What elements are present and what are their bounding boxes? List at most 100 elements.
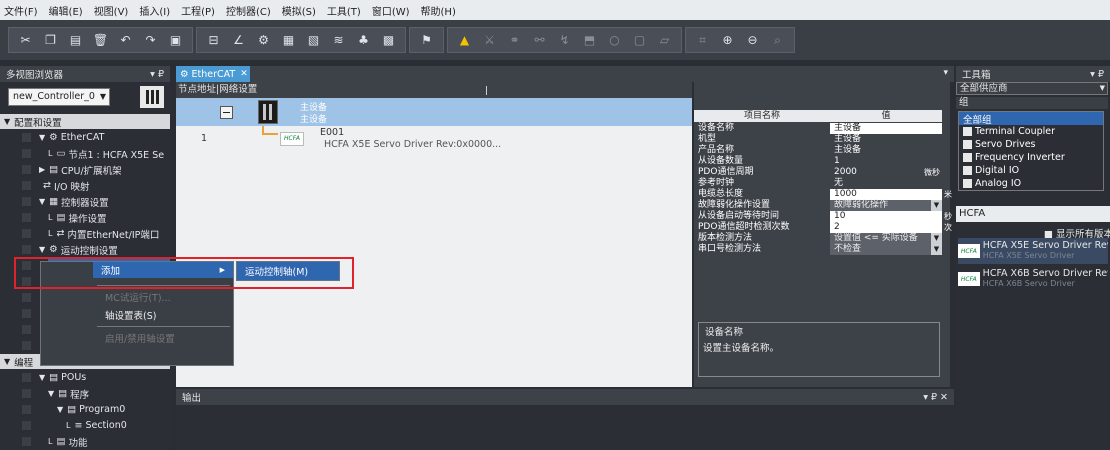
line-icon[interactable]: ∠ [230,32,247,49]
menu-edit[interactable]: 编辑(E) [49,3,83,18]
warning-icon[interactable]: ▲ [456,32,473,49]
tree-item[interactable]: L ▤ 功能 [48,434,170,449]
menu-item-enable-axis[interactable]: 启用/禁用轴设置 [97,330,227,346]
fit-icon[interactable]: ⌗ [694,32,711,49]
menu-simulation[interactable]: 模拟(S) [282,3,316,18]
menu-view[interactable]: 视图(V) [94,3,129,18]
zoom-out-icon[interactable]: ⊖ [744,32,761,49]
expander-icon[interactable]: ▼ [39,197,45,206]
pin-icon[interactable]: ▾ ₽ [1090,69,1104,80]
monitor-icon[interactable]: ▩ [380,32,397,49]
tree-item[interactable]: L ▤ 操作设置 [48,210,170,225]
trace-icon[interactable]: ≋ [330,32,347,49]
tree-item[interactable]: ▶ ▤ CPU/扩展机架 [39,162,170,177]
group-item[interactable]: Digital IO [959,164,1103,177]
menu-project[interactable]: 工程(P) [181,3,215,18]
run-icon[interactable]: ↯ [556,32,573,49]
expander-icon[interactable]: L [48,229,52,238]
expander-icon[interactable]: L [48,149,52,158]
expander-icon[interactable]: L [48,213,52,222]
paste-icon[interactable]: ▤ [67,32,84,49]
group-item[interactable]: Frequency Inverter [959,151,1103,164]
expander-icon[interactable]: ▶ [39,165,45,174]
device-item[interactable]: HCFA HCFA X6B Servo Driver Rev:0 HCFA X6B … [958,266,1108,292]
tree-item[interactable]: ▼ ▤ POUs [39,370,170,385]
tree-item[interactable]: ▼ ▤ Program0 [57,402,170,417]
expander-icon[interactable]: L [48,437,52,446]
network-icon[interactable]: ⚙ [255,32,272,49]
stop-icon[interactable]: ○ [606,32,623,49]
expander-icon[interactable]: ▼ [39,373,45,382]
controller-dropdown[interactable]: new_Controller_0 ▼ [8,88,110,106]
tree-item[interactable]: L ▭ 节点1 : HCFA X5E Se [48,146,170,161]
close-icon[interactable]: ✕ [240,69,248,79]
tree-item[interactable]: ▼ ⚙ 运动控制设置 [39,242,170,257]
chevron-down-icon[interactable]: ▼ [931,233,942,244]
output-controls[interactable]: ▾ ₽ ✕ [923,392,948,403]
tree-section[interactable]: ▼ 配置和设置 [0,114,170,129]
transfer-icon[interactable]: ⚯ [531,32,548,49]
chevron-down-icon[interactable]: ▼ [931,200,942,211]
expander-icon[interactable]: ▼ [57,405,63,414]
menu-item-axis-table[interactable]: 轴设置表(S) [97,307,227,323]
property-value-input[interactable]: 2次 [830,222,952,233]
tree-item[interactable]: L ⇄ 内置EtherNet/IP端口 [48,226,170,241]
menu-help[interactable]: 帮助(H) [421,3,456,18]
expander-icon[interactable]: L [66,421,70,430]
property-value-input[interactable]: 1000 米 [830,189,952,200]
undo-icon[interactable]: ↶ [117,32,134,49]
cross-ref-icon[interactable]: ▧ [305,32,322,49]
property-value-input[interactable]: 10 秒 [830,211,952,222]
menu-controller[interactable]: 控制器(C) [226,3,271,18]
collapse-icon[interactable] [220,106,233,119]
tree-item[interactable]: ▼ ▦ 控制器设置 [39,194,170,209]
master-node-row[interactable]: 主设备 主设备 [176,98,692,126]
zoom-in-icon[interactable]: ⊕ [719,32,736,49]
tab-ethercat[interactable]: ⚙ EtherCAT ✕ [176,66,250,82]
expander-icon[interactable]: ▼ [39,133,45,142]
tree-item[interactable]: ▼ ▤ 程序 [48,386,170,401]
menu-window[interactable]: 窗口(W) [372,3,410,18]
group-item[interactable]: Analog IO [959,177,1103,190]
property-value-input[interactable]: 主设备 [830,123,942,134]
cut-icon[interactable]: ✂ [17,32,34,49]
vendor-dropdown[interactable]: 全部供应商 ▼ [956,82,1108,95]
find-icon[interactable]: ♣ [355,32,372,49]
menu-item-mc-test[interactable]: MC试运行(T)... [97,289,227,305]
zoom-reset-icon[interactable]: ⌕ [769,32,786,49]
slave-node-row[interactable]: 1 HCFA E001 HCFA X5E Servo Driver Rev:0x… [176,126,692,154]
expander-icon[interactable]: ▼ [48,389,54,398]
tree-item[interactable]: ▼ ⚙ EtherCAT [39,130,170,145]
device-item[interactable]: HCFA HCFA X5E Servo Driver Rev:0 HCFA X5E … [958,238,1108,264]
sync-icon[interactable]: ⚭ [506,32,523,49]
expander-icon[interactable]: ▼ [4,117,10,126]
tab-dropdown-icon[interactable]: ▾ [943,68,948,78]
device-search-input[interactable]: HCFA [956,206,1110,222]
sim-icon[interactable]: ▢ [631,32,648,49]
mode-icon[interactable]: ⬒ [581,32,598,49]
copy-icon[interactable]: ❐ [42,32,59,49]
property-value-select[interactable]: 不检查 ▼ [830,244,942,255]
property-value-select[interactable]: 设置值 <= 实际设备 ▼ [830,233,942,244]
menu-insert[interactable]: 插入(I) [139,3,170,18]
compare-icon[interactable]: ▦ [280,32,297,49]
layout-icon[interactable]: ⊟ [205,32,222,49]
expander-icon[interactable]: ▼ [39,245,45,254]
tree-item[interactable]: L ≡ Section0 [66,418,170,433]
expander-icon[interactable]: ▼ [4,357,10,366]
group-item[interactable]: 全部组 [959,112,1103,126]
pin-icon[interactable]: ▾ ₽ [150,69,164,80]
tree-item[interactable]: ⇄ I/O 映射 [39,178,170,193]
property-value-select[interactable]: 故障弱化操作 ▼ [830,200,942,211]
build-icon[interactable]: ⚑ [418,32,435,49]
group-item[interactable]: Servo Drives [959,138,1103,151]
menu-file[interactable]: 文件(F) [4,3,38,18]
sim-run-icon[interactable]: ▱ [656,32,673,49]
chevron-down-icon[interactable]: ▼ [931,244,942,255]
online-icon[interactable]: ⚔ [481,32,498,49]
save-icon[interactable]: ▣ [167,32,184,49]
controller-status-icon[interactable] [140,86,164,108]
delete-icon[interactable]: 🗑 [92,32,109,49]
menu-tools[interactable]: 工具(T) [327,3,361,18]
group-item[interactable]: Terminal Coupler [959,125,1103,138]
